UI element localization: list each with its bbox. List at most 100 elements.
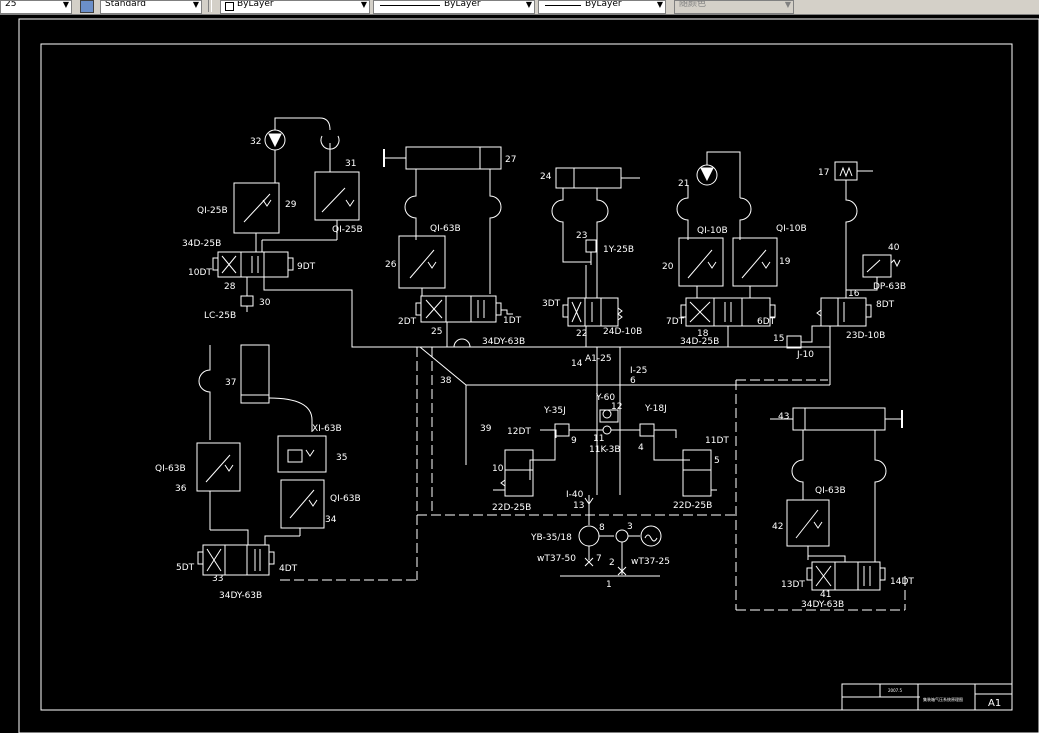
- label-a25: A1-25: [585, 354, 612, 364]
- chevron-down-icon[interactable]: ▼: [193, 1, 199, 11]
- label-9dt: 9DT: [297, 262, 316, 272]
- layer-dropdown-value: 25: [5, 0, 17, 9]
- label-qi63b-42: QI-63B: [815, 486, 846, 496]
- label-j10: J-10: [796, 350, 814, 360]
- properties-toolbar: 25 ▼ Standard ▼ ByLayer ▼ ByLayer ▼ ByLa…: [0, 0, 1039, 15]
- label-37: 37: [225, 378, 236, 388]
- label-qi25b-right: QI-25B: [332, 225, 363, 235]
- label-6: 6: [630, 376, 636, 386]
- label-1: 1: [606, 580, 612, 590]
- label-7: 7: [596, 554, 602, 564]
- plot-style-dropdown[interactable]: 随颜色 ▼: [674, 0, 794, 14]
- label-11k3b: 11K-3B: [589, 445, 621, 455]
- linetype-preview: [380, 5, 440, 6]
- label-11: 11: [593, 434, 604, 444]
- label-7dt: 7DT: [666, 317, 685, 327]
- label-16: 16: [848, 289, 860, 299]
- chevron-down-icon[interactable]: ▼: [657, 1, 663, 11]
- label-10: 10: [492, 464, 504, 474]
- label-12dt: 12DT: [507, 427, 531, 437]
- label-15: 15: [773, 334, 784, 344]
- label-39: 39: [480, 424, 492, 434]
- label-wt3725: wT37-25: [631, 557, 670, 567]
- label-38: 38: [440, 376, 452, 386]
- label-3dt: 3DT: [542, 299, 561, 309]
- label-31: 31: [345, 159, 356, 169]
- label-14: 14: [571, 359, 583, 369]
- label-13: 13: [573, 501, 584, 511]
- label-36: 36: [175, 484, 187, 494]
- label-wt3750: wT37-50: [537, 554, 576, 564]
- label-30: 30: [259, 298, 271, 308]
- label-qi63b-34: QI-63B: [330, 494, 361, 504]
- drawing-canvas[interactable]: 32 31 29 QI-25B QI-25B 34D-25B 10DT 9DT …: [0, 14, 1039, 733]
- label-34dy63b-br: 34DY-63B: [801, 600, 844, 610]
- label-5: 5: [714, 456, 720, 466]
- label-25: 25: [431, 327, 442, 337]
- label-qi25b-left: QI-25B: [197, 206, 228, 216]
- label-22d25b-r: 22D-25B: [673, 501, 712, 511]
- label-1dt: 1DT: [503, 316, 522, 326]
- label-i40: I-40: [566, 490, 584, 500]
- label-22: 22: [576, 329, 587, 339]
- label-3: 3: [627, 522, 633, 532]
- toolbar-separator: [208, 0, 212, 12]
- title-block-date: 2007.5: [888, 688, 902, 693]
- label-lc25b: LC-25B: [204, 311, 236, 321]
- label-43: 43: [778, 412, 789, 422]
- label-28: 28: [224, 282, 236, 292]
- lineweight-value: ByLayer: [585, 0, 622, 9]
- color-value: ByLayer: [237, 0, 274, 9]
- label-24: 24: [540, 172, 552, 182]
- schematic-labels: 32 31 29 QI-25B QI-25B 34D-25B 10DT 9DT …: [155, 137, 1001, 709]
- label-29: 29: [285, 200, 297, 210]
- layer-dropdown[interactable]: 25 ▼: [0, 0, 72, 14]
- label-qi10b-a: QI-10B: [697, 226, 728, 236]
- label-34d25b-top: 34D-25B: [182, 239, 221, 249]
- text-style-dropdown[interactable]: Standard ▼: [100, 0, 202, 14]
- label-2dt: 2DT: [398, 317, 417, 327]
- label-24d10b: 24D-10B: [603, 327, 642, 337]
- label-23: 23: [576, 231, 587, 241]
- label-14dt: 14DT: [890, 577, 914, 587]
- label-5dt: 5DT: [176, 563, 195, 573]
- title-block-title: 集装箱气压系统原理图: [923, 696, 963, 702]
- text-style-value: Standard: [105, 0, 146, 9]
- label-i25: I-25: [630, 366, 647, 376]
- color-dropdown[interactable]: ByLayer ▼: [220, 0, 370, 14]
- label-40: 40: [888, 243, 900, 253]
- label-qi10b-b: QI-10B: [776, 224, 807, 234]
- label-12: 12: [611, 402, 622, 412]
- label-34d25b-mid: 34D-25B: [680, 337, 719, 347]
- label-qi63b-26: QI-63B: [430, 224, 461, 234]
- text-style-icon[interactable]: [80, 0, 94, 13]
- label-13dt: 13DT: [781, 580, 805, 590]
- label-42: 42: [772, 522, 783, 532]
- label-y18j: Y-18J: [644, 404, 667, 414]
- label-9: 9: [571, 436, 577, 446]
- label-33: 33: [212, 574, 223, 584]
- label-27: 27: [505, 155, 516, 165]
- label-y35j: Y-35J: [543, 406, 566, 416]
- label-35: 35: [336, 453, 347, 463]
- lineweight-dropdown[interactable]: ByLayer ▼: [538, 0, 666, 14]
- label-34: 34: [325, 515, 337, 525]
- label-1y25b: 1Y-25B: [603, 245, 634, 255]
- chevron-down-icon[interactable]: ▼: [526, 1, 532, 11]
- label-yb35: YB-35/18: [530, 533, 572, 543]
- plot-style-value: 随颜色: [679, 0, 707, 9]
- chevron-down-icon[interactable]: ▼: [361, 1, 367, 11]
- label-34dy63b-bl: 34DY-63B: [219, 591, 262, 601]
- label-17: 17: [818, 168, 829, 178]
- label-32: 32: [250, 137, 261, 147]
- linetype-dropdown[interactable]: ByLayer ▼: [373, 0, 535, 14]
- label-11dt: 11DT: [705, 436, 729, 446]
- chevron-down-icon[interactable]: ▼: [785, 1, 791, 11]
- label-qi63b-36: QI-63B: [155, 464, 186, 474]
- label-34dy63b-top: 34DY-63B: [482, 337, 525, 347]
- label-4: 4: [638, 443, 644, 453]
- title-block-sheet-size: A1: [988, 698, 1001, 709]
- label-41: 41: [820, 590, 831, 600]
- lineweight-preview: [545, 5, 581, 6]
- chevron-down-icon[interactable]: ▼: [63, 1, 69, 11]
